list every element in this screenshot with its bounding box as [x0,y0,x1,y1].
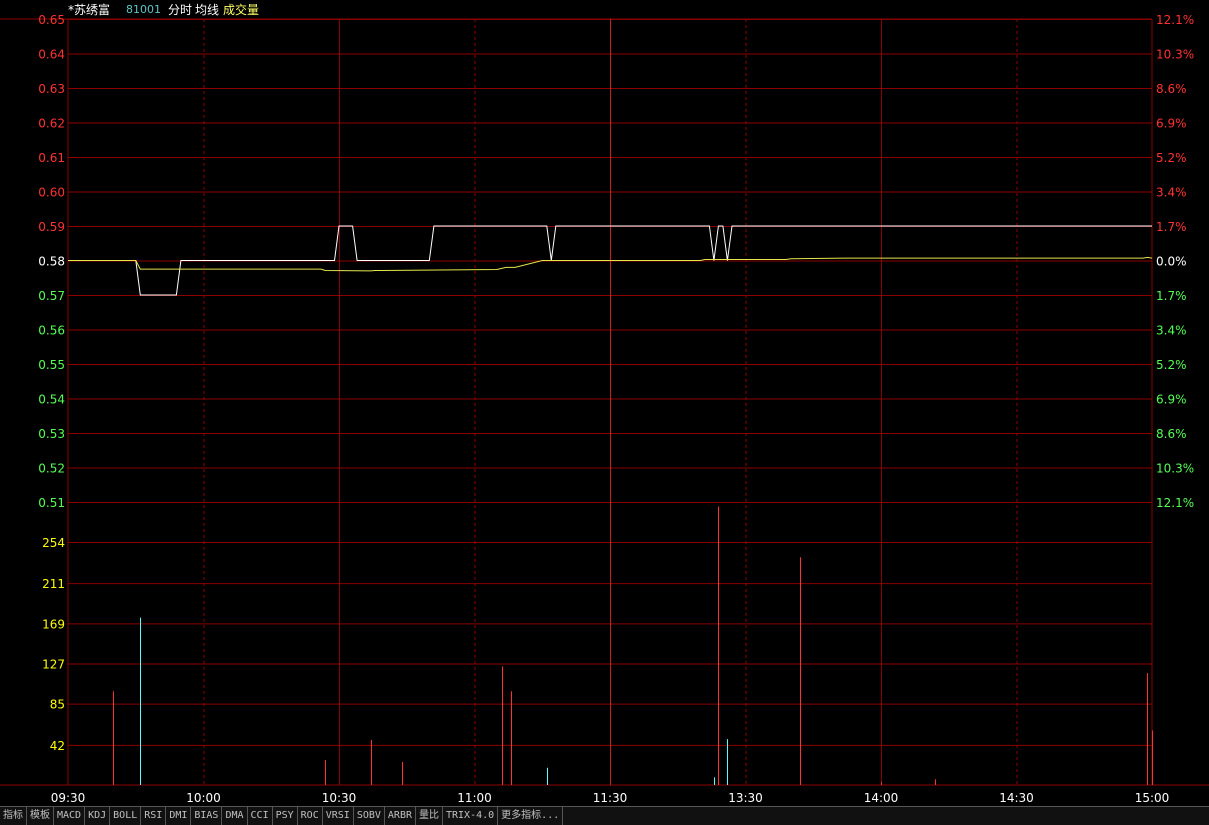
time-tick-label: 11:00 [457,791,492,805]
volume-tick-label: 42 [50,739,65,753]
tab-macd[interactable]: MACD [54,807,86,825]
pct-tick-label: 0.0% [1156,255,1187,269]
volume-tick-label: 254 [42,536,65,550]
pct-tick-label: 5.2% [1156,358,1187,372]
volume-legend-label: 成交量 [223,3,260,17]
tab-template[interactable]: 模板 [27,807,54,825]
price-tick-label: 0.57 [38,289,65,303]
indicator-tab-bar: 指标 模板 MACD KDJ BOLL RSI DMI BIAS DMA CCI… [0,806,1209,825]
mode-label: 分时 [168,3,193,17]
tab-dmi[interactable]: DMI [166,807,192,825]
pct-tick-label: 8.6% [1156,82,1187,96]
price-tick-label: 0.63 [38,82,65,96]
price-tick-label: 0.53 [38,427,65,441]
tab-cci[interactable]: CCI [248,807,273,825]
tab-kdj[interactable]: KDJ [85,807,111,825]
time-tick-label: 10:00 [186,791,221,805]
volume-tick-label: 85 [50,698,65,712]
price-tick-label: 0.59 [38,220,65,234]
tab-boll[interactable]: BOLL [110,807,142,825]
time-tick-label: 13:30 [728,791,763,805]
pct-tick-label: 12.1% [1156,496,1194,510]
time-tick-label: 14:30 [999,791,1034,805]
pct-tick-label: 3.4% [1156,324,1187,338]
price-tick-label: 0.64 [38,48,65,62]
time-tick-label: 11:30 [593,791,628,805]
tab-bias[interactable]: BIAS [191,807,223,825]
price-tick-label: 0.62 [38,117,65,131]
tab-trix[interactable]: TRIX-4.0 [443,807,499,825]
pct-tick-label: 1.7% [1156,220,1187,234]
volume-tick-label: 169 [42,617,65,631]
price-tick-label: 0.55 [38,358,65,372]
pct-tick-label: 1.7% [1156,289,1187,303]
tab-sobv[interactable]: SOBV [354,807,385,825]
price-tick-label: 0.51 [38,496,65,510]
price-tick-label: 0.52 [38,462,65,476]
volume-tick-label: 127 [42,658,65,672]
tab-indicator[interactable]: 指标 [0,807,27,825]
tab-dma[interactable]: DMA [222,807,248,825]
pct-tick-label: 3.4% [1156,186,1187,200]
pct-tick-label: 10.3% [1156,48,1194,62]
pct-tick-label: 10.3% [1156,462,1194,476]
pct-tick-label: 5.2% [1156,151,1187,165]
pct-tick-label: 6.9% [1156,393,1187,407]
price-tick-label: 0.65 [38,13,65,27]
time-tick-label: 10:30 [322,791,357,805]
tab-roc[interactable]: ROC [298,807,323,825]
time-tick-label: 14:00 [864,791,899,805]
price-tick-label: 0.56 [38,324,65,338]
tab-psy[interactable]: PSY [273,807,298,825]
price-tick-label: 0.58 [38,255,65,269]
tab-more-indicators[interactable]: 更多指标... [498,807,564,825]
time-tick-label: 09:30 [51,791,86,805]
time-tick-label: 15:00 [1135,791,1170,805]
tab-volume-ratio[interactable]: 量比 [416,807,443,825]
stock-code: 81001 [126,3,161,16]
tab-rsi[interactable]: RSI [141,807,167,825]
price-tick-label: 0.60 [38,186,65,200]
pct-tick-label: 8.6% [1156,427,1187,441]
price-tick-label: 0.61 [38,151,65,165]
tab-vrsi[interactable]: VRSI [323,807,354,825]
volume-tick-label: 211 [42,577,65,591]
intraday-chart[interactable]: 0.65 12.1% 0.64 10.3% 0.63 8.6% 0.62 6.9% 0.61 5.… [0,0,1209,806]
avg-label: 均线 [195,3,220,17]
tab-arbr[interactable]: ARBR [385,807,416,825]
pct-tick-label: 6.9% [1156,117,1187,131]
pct-tick-label: 12.1% [1156,13,1194,27]
price-tick-label: 0.54 [38,393,65,407]
stock-name: *苏绣富 [68,3,111,17]
